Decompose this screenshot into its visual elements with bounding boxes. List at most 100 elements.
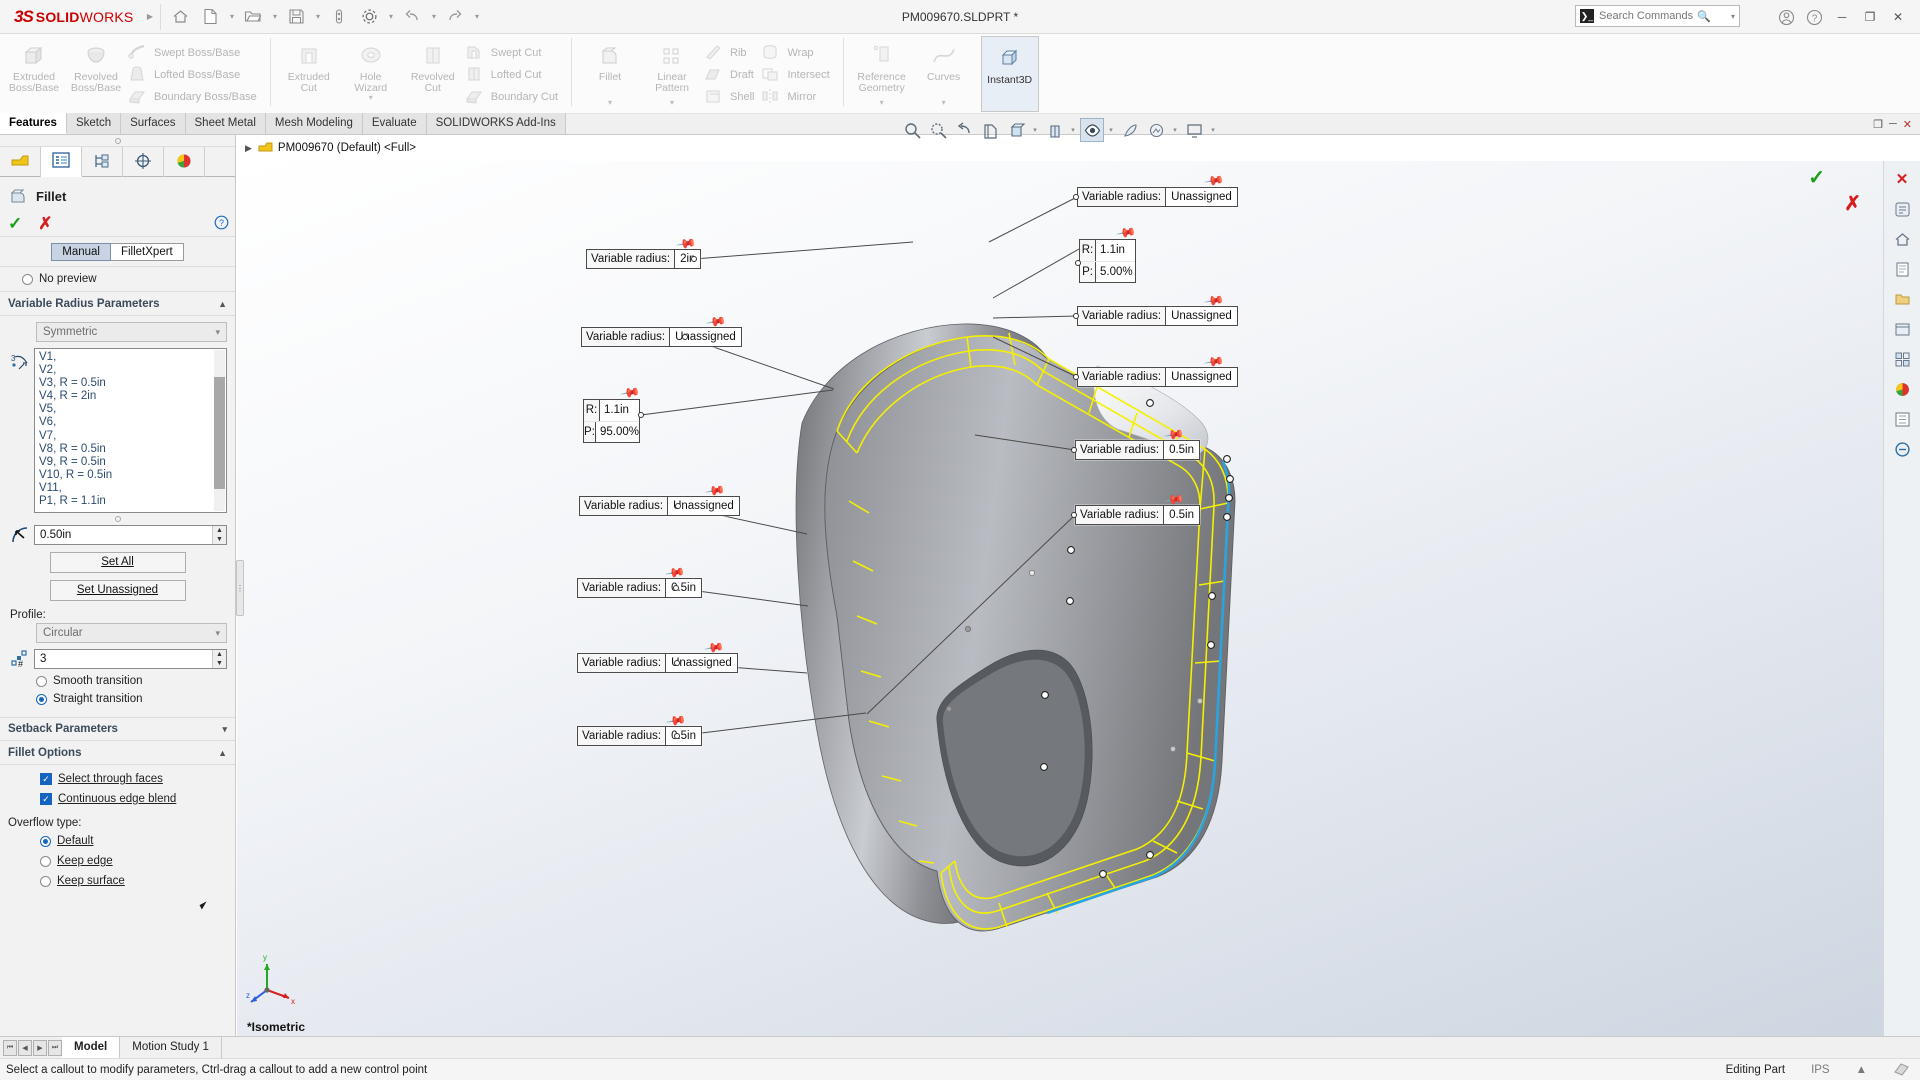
set-all-button[interactable]: Set All bbox=[49, 552, 186, 573]
next-icon[interactable]: ▶ bbox=[33, 1039, 47, 1056]
boundary-cut-button[interactable]: Boundary Cut bbox=[464, 86, 564, 108]
configuration-manager-tab[interactable] bbox=[82, 147, 123, 177]
filletxpert-mode-button[interactable]: FilletXpert bbox=[110, 243, 184, 261]
callout-radius-percent[interactable]: R: 1.1in P: 95.00% bbox=[583, 399, 640, 443]
new-document-icon[interactable] bbox=[195, 1, 225, 33]
cancel-button[interactable]: ✗ bbox=[38, 214, 52, 234]
search-input[interactable]: ❯_ Search Commands 🔍 ▾ bbox=[1575, 5, 1740, 27]
overflow-keep-edge-radio[interactable] bbox=[40, 855, 51, 867]
set-unassigned-button[interactable]: Set Unassigned bbox=[49, 580, 186, 601]
tab-solidworks-addins[interactable]: SOLIDWORKS Add-Ins bbox=[426, 113, 566, 134]
smooth-transition-radio[interactable] bbox=[36, 675, 47, 687]
shell-button[interactable]: Shell bbox=[703, 86, 760, 108]
radius-field[interactable] bbox=[35, 526, 212, 544]
list-item[interactable]: V11, bbox=[39, 482, 222, 495]
appearances-icon[interactable] bbox=[1889, 377, 1915, 401]
dimxpert-manager-tab[interactable] bbox=[123, 147, 164, 177]
stepper-up-icon[interactable]: ▲ bbox=[213, 526, 226, 535]
restore-window-button[interactable]: ❐ bbox=[1856, 0, 1884, 34]
wrap-button[interactable]: Wrap bbox=[760, 42, 835, 64]
resources-icon[interactable] bbox=[1889, 197, 1915, 221]
radius-stepper[interactable]: ▲ ▼ bbox=[212, 526, 226, 544]
vertex-list[interactable]: V1, V2, V3, R = 0.5in V4, R = 2in V5, V6… bbox=[34, 348, 227, 513]
continuous-edge-blend-checkbox[interactable]: ✓ bbox=[40, 793, 52, 805]
previous-icon[interactable]: ◀ bbox=[18, 1039, 32, 1056]
extruded-boss-base-button[interactable]: Extruded Boss/Base bbox=[3, 36, 65, 112]
close-window-button[interactable]: ✕ bbox=[1884, 0, 1912, 34]
list-item[interactable]: V7, bbox=[39, 430, 222, 443]
overflow-default-row[interactable]: Default bbox=[0, 831, 235, 851]
search-icon[interactable]: 🔍 bbox=[1697, 10, 1711, 23]
tab-motion-study-1[interactable]: Motion Study 1 bbox=[120, 1036, 222, 1059]
p-value[interactable]: 95.00% bbox=[595, 422, 639, 442]
design-library-icon[interactable] bbox=[1889, 287, 1915, 311]
mirror-button[interactable]: Mirror bbox=[760, 86, 835, 108]
doc-minimize-button[interactable]: ─ bbox=[1889, 118, 1897, 131]
list-item[interactable]: V6, bbox=[39, 416, 222, 429]
fillet-caret-icon[interactable]: ▾ bbox=[608, 99, 612, 109]
panel-width-splitter[interactable]: ⋮ bbox=[236, 560, 244, 616]
continuous-edge-blend-row[interactable]: ✓ Continuous edge blend bbox=[0, 789, 235, 809]
redo-icon[interactable] bbox=[440, 1, 470, 33]
draft-button[interactable]: Draft bbox=[703, 64, 760, 86]
swept-cut-button[interactable]: Swept Cut bbox=[464, 42, 564, 64]
profile-type-select[interactable]: Circular ▾ bbox=[36, 623, 227, 643]
tab-sketch[interactable]: Sketch bbox=[66, 113, 122, 134]
transition-count-input[interactable]: ▲▼ bbox=[34, 649, 227, 669]
tab-mesh-modeling[interactable]: Mesh Modeling bbox=[265, 113, 363, 134]
callout-value[interactable]: Unassigned bbox=[670, 328, 741, 346]
search-caret-icon[interactable]: ▾ bbox=[1731, 12, 1735, 21]
print-icon[interactable] bbox=[324, 1, 354, 33]
tab-features[interactable]: Features bbox=[0, 113, 67, 134]
overflow-keep-edge-row[interactable]: Keep edge bbox=[0, 851, 235, 871]
overflow-keep-surface-row[interactable]: Keep surface bbox=[0, 871, 235, 891]
lofted-boss-base-button[interactable]: Lofted Boss/Base bbox=[127, 64, 263, 86]
tab-evaluate[interactable]: Evaluate bbox=[362, 113, 427, 134]
callout-variable-radius[interactable]: Variable radius: 0.5in bbox=[577, 578, 702, 598]
custom-properties-icon[interactable] bbox=[1889, 407, 1915, 431]
last-icon[interactable]: ⏭ bbox=[48, 1039, 62, 1056]
property-manager-tab[interactable] bbox=[41, 147, 82, 177]
callout-value[interactable]: 0.5in bbox=[666, 579, 701, 597]
chevron-up-icon[interactable]: ▲ bbox=[218, 748, 227, 758]
variable-radius-parameters-header[interactable]: Variable Radius Parameters ▲ bbox=[0, 292, 235, 316]
list-item[interactable]: V4, R = 2in bbox=[39, 390, 222, 403]
open-caret-icon[interactable]: ▾ bbox=[268, 1, 281, 33]
callout-value[interactable]: 0.5in bbox=[1164, 506, 1199, 524]
r-value[interactable]: 1.1in bbox=[600, 400, 639, 421]
curves-button[interactable]: Curves ▾ bbox=[913, 36, 975, 112]
undo-caret-icon[interactable]: ▾ bbox=[427, 1, 440, 33]
stepper-down-icon[interactable]: ▼ bbox=[213, 659, 226, 668]
callout-value[interactable]: 0.5in bbox=[666, 727, 701, 745]
list-item[interactable]: V9, R = 0.5in bbox=[39, 456, 222, 469]
units-caret-icon[interactable]: ▲ bbox=[1856, 1064, 1867, 1076]
help-icon[interactable]: ? bbox=[214, 215, 229, 233]
chevron-up-icon[interactable]: ▲ bbox=[218, 299, 227, 309]
close-task-pane-icon[interactable]: ✕ bbox=[1889, 167, 1915, 191]
fillet-button[interactable]: Fillet ▾ bbox=[579, 36, 641, 112]
open-folder-icon[interactable] bbox=[238, 1, 268, 33]
help-icon[interactable]: ? bbox=[1800, 1, 1828, 33]
symmetry-type-select[interactable]: Symmetric ▾ bbox=[36, 322, 227, 342]
revolved-cut-button[interactable]: Revolved Cut bbox=[402, 36, 464, 112]
p-value[interactable]: 5.00% bbox=[1096, 262, 1135, 282]
revolved-boss-base-button[interactable]: Revolved Boss/Base bbox=[65, 36, 127, 112]
lofted-cut-button[interactable]: Lofted Cut bbox=[464, 64, 564, 86]
tree-expand-arrow-icon[interactable]: ▶ bbox=[245, 143, 252, 154]
no-preview-row[interactable]: No preview bbox=[0, 267, 235, 292]
callout-value[interactable]: 0.5in bbox=[1164, 441, 1199, 459]
swept-boss-base-button[interactable]: Swept Boss/Base bbox=[127, 42, 263, 64]
stepper-up-icon[interactable]: ▲ bbox=[213, 650, 226, 659]
rib-button[interactable]: Rib bbox=[703, 42, 760, 64]
straight-transition-row[interactable]: Straight transition bbox=[8, 693, 227, 711]
graphics-viewport[interactable]: ✓ ✗ Variable radius: 2in 📌 Variable radi… bbox=[237, 161, 1883, 1048]
smooth-transition-row[interactable]: Smooth transition bbox=[8, 669, 227, 693]
list-item[interactable]: V3, R = 0.5in bbox=[39, 377, 222, 390]
no-preview-radio[interactable] bbox=[22, 273, 33, 285]
radius-input[interactable]: ▲▼ bbox=[34, 525, 227, 545]
callout-variable-radius[interactable]: Variable radius: 0.5in bbox=[1075, 440, 1200, 460]
list-item[interactable]: V8, R = 0.5in bbox=[39, 443, 222, 456]
linear-pattern-button[interactable]: Linear Pattern ▾ bbox=[641, 36, 703, 112]
first-icon[interactable]: ⏮ bbox=[3, 1039, 17, 1056]
menu-expand-arrow-icon[interactable]: ▶ bbox=[143, 1, 156, 33]
